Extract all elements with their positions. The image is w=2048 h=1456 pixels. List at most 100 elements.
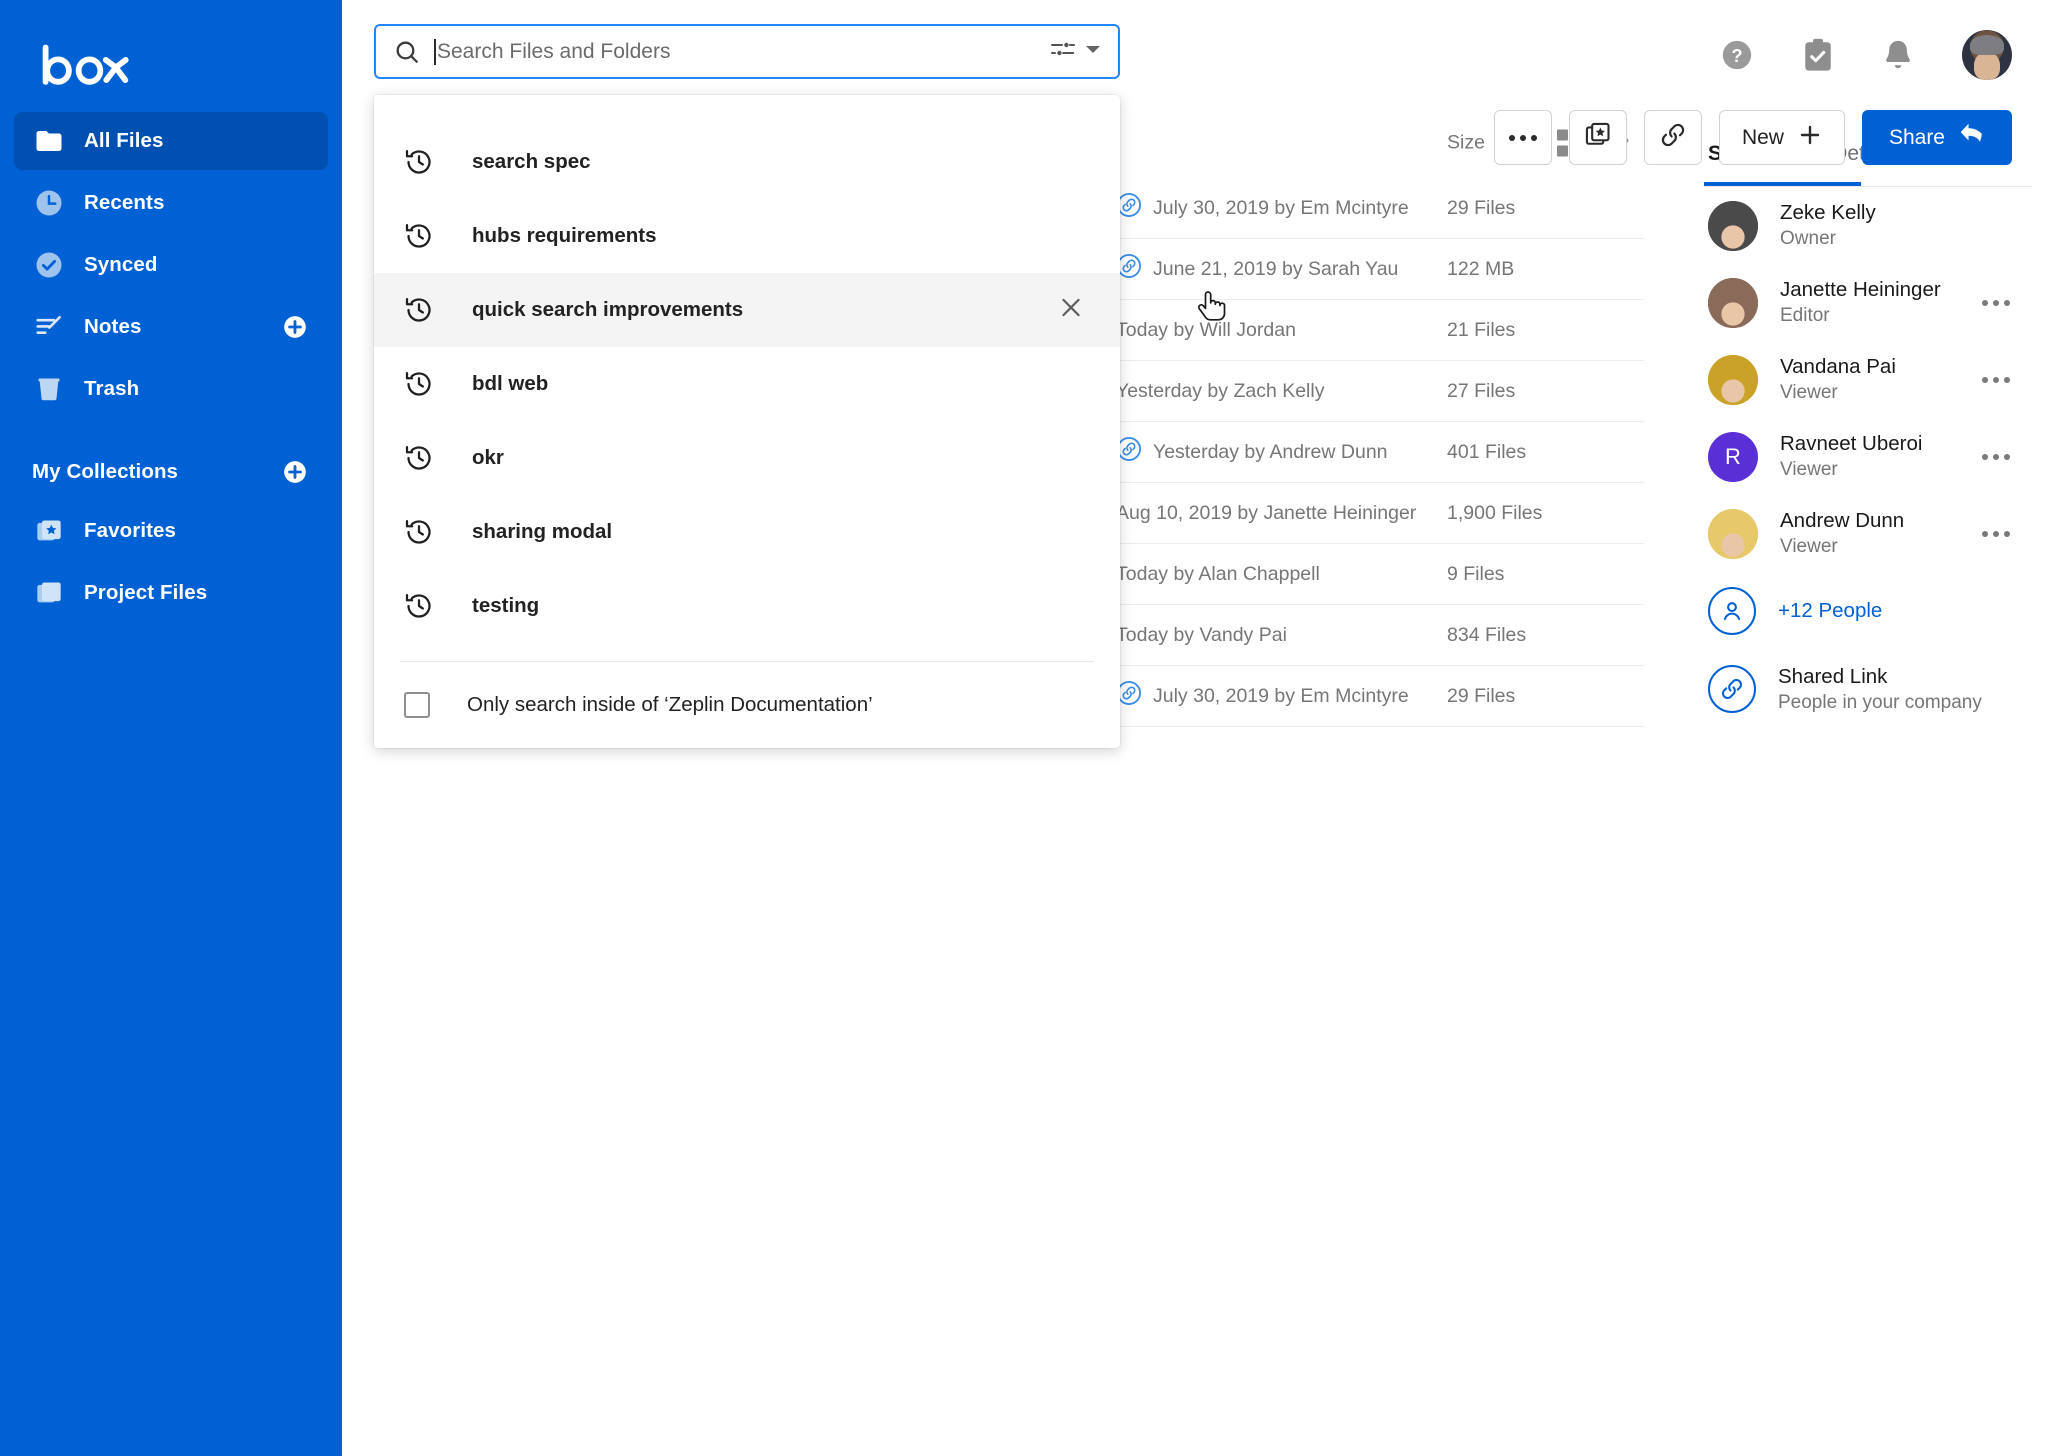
filter-sliders-icon [1050, 38, 1076, 65]
file-modified: Aug 10, 2019 by Janette Heininger [1116, 502, 1416, 525]
avatar [1708, 277, 1758, 328]
left-sidebar: All Files Recents Synced Notes Trash My … [0, 0, 342, 1456]
search-filter-button[interactable] [1050, 38, 1102, 65]
shared-link-row[interactable]: Shared Link People in your company [1704, 650, 2048, 728]
clock-icon [32, 186, 66, 220]
file-modified: June 21, 2019 by Sarah Yau [1116, 253, 1398, 285]
file-modified: Today by Vandy Pai [1116, 624, 1287, 647]
person-options-button[interactable] [1982, 376, 2010, 383]
remove-recent-search-button[interactable] [1058, 295, 1084, 326]
more-horizontal-icon [1508, 134, 1537, 141]
recent-search-item[interactable]: search spec [374, 125, 1120, 199]
recent-search-item[interactable]: bdl web [374, 347, 1120, 421]
search-placeholder: Search Files and Folders [437, 39, 671, 63]
notes-icon [32, 310, 66, 344]
file-size: 9 Files [1447, 562, 1505, 585]
history-clock-icon [404, 147, 434, 177]
file-modified: Today by Will Jordan [1116, 319, 1296, 342]
search-icon [394, 39, 420, 65]
folder-icon [32, 124, 66, 158]
file-modified: Yesterday by Andrew Dunn [1116, 436, 1388, 468]
recent-search-item[interactable]: okr [374, 421, 1120, 495]
shared-people-list: Zeke Kelly Owner Janette Heininger Editor Va… [1704, 187, 2048, 572]
history-clock-icon [404, 295, 434, 325]
shared-link-subtitle: People in your company [1778, 691, 1982, 713]
more-people-row[interactable]: +12 People [1704, 572, 2048, 650]
active-tab-indicator [1704, 182, 1861, 186]
share-button-label: Share [1888, 125, 1945, 149]
sidebar-item-label: Project Files [84, 581, 208, 604]
shared-person-row[interactable]: Vandana Pai Viewer [1704, 341, 2048, 418]
recent-search-item[interactable]: hubs requirements [374, 199, 1120, 273]
sidebar-item-notes[interactable]: Notes [14, 298, 328, 356]
box-app-window: All Files Recents Synced Notes Trash My … [0, 0, 2048, 1456]
sidebar-item-label: All Files [84, 129, 164, 152]
history-clock-icon [404, 221, 434, 251]
sidebar-item-all-files[interactable]: All Files [14, 112, 328, 170]
help-icon[interactable]: ? [1720, 38, 1754, 72]
more-options-button[interactable] [1493, 110, 1552, 165]
shared-link-icon [1659, 121, 1687, 154]
file-modified: Yesterday by Zach Kelly [1116, 380, 1324, 403]
person-options-button[interactable] [1982, 299, 2010, 306]
file-size: 29 Files [1447, 196, 1516, 219]
shared-person-row[interactable]: Zeke Kelly Owner [1704, 187, 2048, 264]
recent-search-label: hubs requirements [472, 224, 657, 247]
add-collection-button[interactable] [282, 459, 308, 485]
column-header-size: Size [1447, 131, 1485, 154]
person-name: Ravneet Uberoi [1780, 432, 1923, 456]
more-people-label: +12 People [1778, 599, 1883, 622]
sidebar-item-trash[interactable]: Trash [14, 360, 328, 418]
search-input[interactable]: Search Files and Folders [374, 24, 1120, 79]
shared-person-row[interactable]: Janette Heininger Editor [1704, 264, 2048, 341]
file-modified-text: July 30, 2019 by Em Mcintyre [1153, 196, 1409, 219]
share-arrow-icon [1959, 122, 1985, 154]
person-options-button[interactable] [1982, 530, 2010, 537]
sidebar-item-label: Favorites [84, 519, 177, 542]
add-to-collection-icon [1584, 121, 1612, 154]
search-scope-option[interactable]: Only search inside of ‘Zeplin Documentat… [374, 662, 1120, 748]
check-circle-icon [32, 248, 66, 282]
file-modified: July 30, 2019 by Em Mcintyre [1116, 680, 1409, 712]
sidebar-item-favorites[interactable]: Favorites [14, 502, 328, 560]
person-outline-icon [1708, 587, 1756, 635]
toolbar-actions: New Share [1493, 110, 2012, 165]
recent-search-label: quick search improvements [472, 298, 744, 321]
file-modified-text: Yesterday by Zach Kelly [1116, 379, 1325, 402]
my-collections-header: My Collections [14, 444, 328, 500]
new-button-label: New [1741, 125, 1784, 149]
my-collections-title: My Collections [32, 460, 179, 483]
shared-person-row[interactable]: Andrew Dunn Viewer [1704, 495, 2048, 572]
recent-search-item[interactable]: testing [374, 569, 1120, 643]
person-text: Zeke Kelly Owner [1780, 199, 1876, 251]
person-role: Viewer [1780, 382, 1838, 404]
history-clock-icon [404, 369, 434, 399]
new-button[interactable]: New [1718, 110, 1845, 165]
recent-search-item[interactable]: sharing modal [374, 495, 1120, 569]
shared-person-row[interactable]: R Ravneet Uberoi Viewer [1704, 418, 2048, 495]
history-clock-icon [404, 591, 434, 621]
add-to-collection-button[interactable] [1568, 110, 1627, 165]
recent-search-label: search spec [472, 150, 591, 173]
sidebar-item-project-files[interactable]: Project Files [14, 564, 328, 622]
sidebar-item-synced[interactable]: Synced [14, 236, 328, 294]
avatar [1708, 508, 1758, 559]
file-modified-text: Yesterday by Andrew Dunn [1153, 440, 1388, 463]
user-avatar[interactable] [1962, 30, 2012, 80]
history-clock-icon [404, 517, 434, 547]
notifications-bell-icon[interactable] [1882, 38, 1914, 72]
avatar [1708, 354, 1758, 405]
file-size: 21 Files [1447, 318, 1516, 341]
chevron-down-icon [1084, 42, 1102, 61]
box-logo[interactable] [0, 22, 342, 112]
sidebar-item-label: Trash [84, 377, 140, 400]
recent-search-item[interactable]: quick search improvements [374, 273, 1120, 347]
add-note-button[interactable] [282, 314, 308, 340]
share-button[interactable]: Share [1861, 110, 2012, 165]
search-scope-checkbox[interactable] [404, 692, 430, 718]
person-options-button[interactable] [1982, 453, 2010, 460]
sidebar-item-recents[interactable]: Recents [14, 174, 328, 232]
recent-search-label: sharing modal [472, 520, 613, 543]
tasks-clipboard-icon[interactable] [1802, 38, 1834, 72]
shared-link-button[interactable] [1643, 110, 1702, 165]
